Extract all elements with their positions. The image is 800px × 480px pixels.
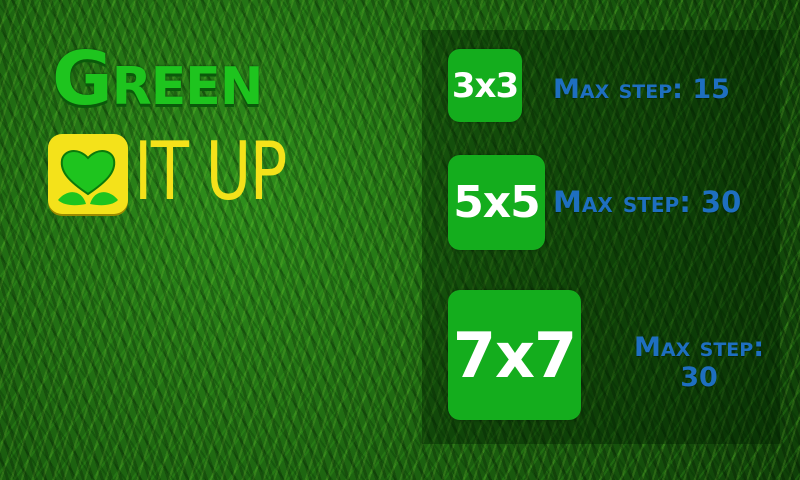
- level-5x5-button[interactable]: 5x5: [448, 155, 545, 250]
- level-5x5-max-step: Max step: 30: [553, 185, 742, 219]
- level-7x7-max-step: Max step: 30: [594, 333, 764, 392]
- level-7x7-button[interactable]: 7x7: [448, 290, 581, 420]
- game-screen: { "logo": { "line1": "Green", "line2": "…: [0, 0, 800, 480]
- logo-title-green: Green: [52, 36, 263, 122]
- logo-title-it-up: IT UP: [134, 125, 287, 218]
- level-3x3-button[interactable]: 3x3: [448, 49, 522, 122]
- level-7x7-max-step-label: Max step:: [634, 332, 764, 363]
- level-3x3-max-step: Max step: 15: [553, 74, 730, 105]
- level-7x7-max-step-value: 30: [680, 361, 718, 393]
- game-logo: Green IT UP: [44, 42, 364, 232]
- heart-leaf-icon: [48, 134, 128, 214]
